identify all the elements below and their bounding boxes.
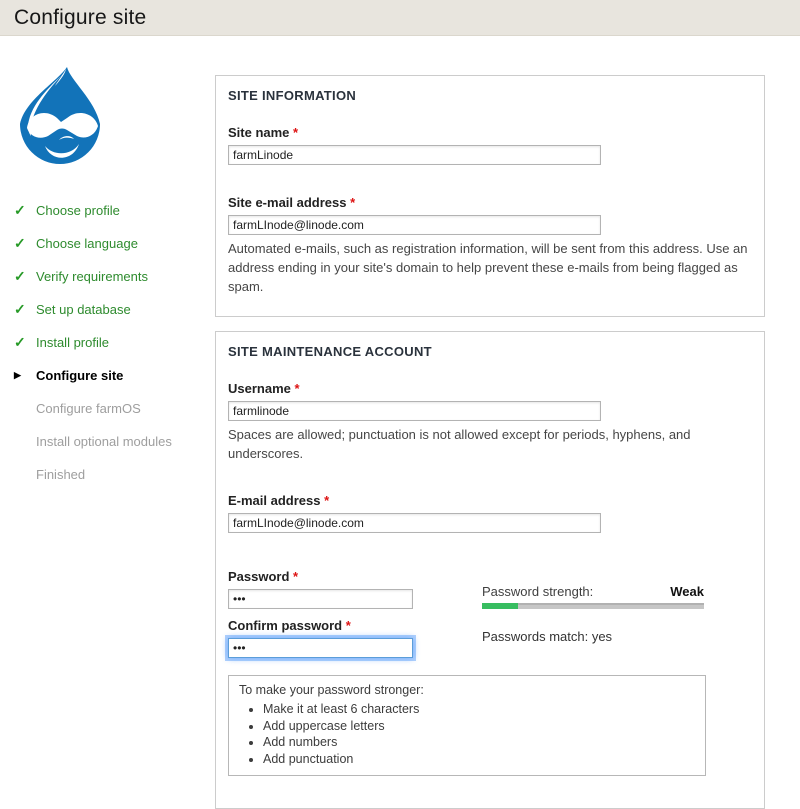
suggestion-item: Add numbers [263, 734, 695, 751]
site-maintenance-account-fieldset: SITE MAINTENANCE ACCOUNT Username * Spac… [215, 331, 765, 809]
site-name-label: Site name * [228, 125, 752, 140]
suggestion-item: Add uppercase letters [263, 718, 695, 735]
suggestion-item: Add punctuation [263, 751, 695, 768]
sidebar-step-verify-requirements: ✓ Verify requirements [14, 260, 215, 293]
page-title: Configure site [14, 6, 146, 30]
site-email-label: Site e-mail address * [228, 195, 752, 210]
password-strength-indicator: Password strength: Weak [482, 569, 704, 609]
step-label: Set up database [36, 302, 131, 317]
username-input[interactable] [228, 401, 601, 421]
required-marker: * [293, 569, 298, 584]
site-email-input[interactable] [228, 215, 601, 235]
sidebar-step-install-profile: ✓ Install profile [14, 326, 215, 359]
sidebar-step-set-up-database: ✓ Set up database [14, 293, 215, 326]
suggestion-item: Make it at least 6 characters [263, 701, 695, 718]
password-area: Password * Password strength: Weak Confi… [228, 569, 752, 658]
site-name-form-item: Site name * [228, 125, 752, 165]
sidebar-step-choose-language: ✓ Choose language [14, 227, 215, 260]
password-strength-label: Password strength: [482, 584, 593, 599]
account-email-input[interactable] [228, 513, 601, 533]
username-label: Username * [228, 381, 752, 396]
active-arrow-icon: ▶ [14, 370, 36, 381]
username-form-item: Username * Spaces are allowed; punctuati… [228, 381, 752, 463]
configure-site-form: SITE INFORMATION Site name * Site e-mail… [215, 36, 765, 809]
sidebar-step-finished: Finished [14, 458, 215, 491]
site-information-legend: SITE INFORMATION [228, 88, 752, 103]
passwords-match-text: Passwords match: yes [482, 629, 704, 658]
passwords-match-status: Passwords match: yes [482, 609, 704, 658]
sidebar-step-install-optional-modules: Install optional modules [14, 425, 215, 458]
step-label: Install optional modules [36, 434, 172, 449]
step-label: Choose language [36, 236, 138, 251]
required-marker: * [293, 125, 298, 140]
password-strength-bar [482, 603, 704, 609]
required-marker: * [346, 618, 351, 633]
check-icon: ✓ [14, 202, 36, 219]
check-icon: ✓ [14, 268, 36, 285]
sidebar: ✓ Choose profile ✓ Choose language ✓ Ver… [0, 36, 215, 809]
required-marker: * [295, 381, 300, 396]
step-label: Install profile [36, 335, 109, 350]
site-email-description: Automated e-mails, such as registration … [228, 239, 752, 296]
step-label: Configure site [36, 368, 123, 383]
confirm-password-label: Confirm password * [228, 618, 482, 633]
password-strength-level: Weak [670, 584, 704, 599]
site-email-form-item: Site e-mail address * Automated e-mails,… [228, 195, 752, 296]
password-input[interactable] [228, 589, 413, 609]
required-marker: * [324, 493, 329, 508]
password-label: Password * [228, 569, 482, 584]
drupal-logo [14, 64, 106, 172]
step-label: Configure farmOS [36, 401, 141, 416]
step-label: Choose profile [36, 203, 120, 218]
account-email-label: E-mail address * [228, 493, 752, 508]
check-icon: ✓ [14, 334, 36, 351]
confirm-password-input[interactable] [228, 638, 413, 658]
installer-step-list: ✓ Choose profile ✓ Choose language ✓ Ver… [14, 194, 215, 491]
username-description: Spaces are allowed; punctuation is not a… [228, 425, 752, 463]
sidebar-step-configure-site: ▶ Configure site [14, 359, 215, 392]
password-strength-row: Password strength: Weak [482, 584, 704, 599]
site-name-input[interactable] [228, 145, 601, 165]
required-marker: * [350, 195, 355, 210]
password-form-item: Password * [228, 569, 482, 609]
step-label: Verify requirements [36, 269, 148, 284]
sidebar-step-choose-profile: ✓ Choose profile [14, 194, 215, 227]
page-header: Configure site [0, 0, 800, 36]
password-suggestions-intro: To make your password stronger: [239, 682, 695, 699]
site-maintenance-account-legend: SITE MAINTENANCE ACCOUNT [228, 344, 752, 359]
site-information-fieldset: SITE INFORMATION Site name * Site e-mail… [215, 75, 765, 317]
account-email-form-item: E-mail address * [228, 493, 752, 533]
sidebar-step-configure-farmos: Configure farmOS [14, 392, 215, 425]
password-strength-bar-fill [482, 603, 518, 609]
step-label: Finished [36, 467, 85, 482]
password-suggestions-box: To make your password stronger: Make it … [228, 675, 706, 776]
check-icon: ✓ [14, 301, 36, 318]
password-suggestions-list: Make it at least 6 characters Add upperc… [239, 701, 695, 767]
confirm-password-form-item: Confirm password * [228, 618, 482, 658]
check-icon: ✓ [14, 235, 36, 252]
content: ✓ Choose profile ✓ Choose language ✓ Ver… [0, 36, 800, 809]
